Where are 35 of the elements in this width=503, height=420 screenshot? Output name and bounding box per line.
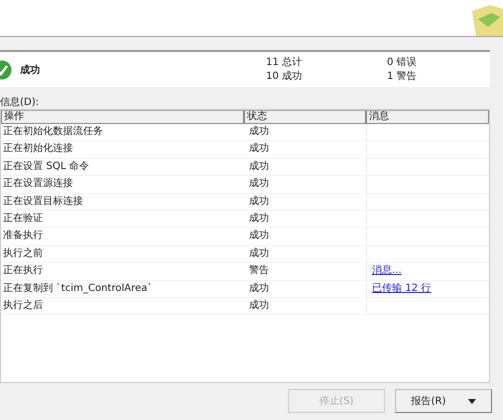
table-cell-text: 执行之前 bbox=[2, 246, 44, 261]
count-text: 1 警告 bbox=[387, 70, 417, 82]
table-cell-text: 正在验证 bbox=[2, 212, 44, 226]
table-cell-text: 成功 bbox=[248, 194, 270, 209]
caret-icon[interactable] bbox=[468, 398, 476, 404]
table-cell-text: 正在设置 SQL 命令 bbox=[2, 160, 90, 174]
table-cell-text: 正在初始化连接 bbox=[2, 142, 74, 156]
table-cell-text: 成功 bbox=[248, 282, 270, 296]
table-cell-text: 成功 bbox=[248, 212, 270, 226]
details-label: 信息(D): bbox=[0, 96, 40, 109]
table-cell-text: 成功 bbox=[248, 124, 270, 139]
column-header[interactable]: 状态 bbox=[244, 110, 366, 124]
table-cell-text: 警告 bbox=[248, 264, 270, 278]
table-cell-text: 执行之后 bbox=[2, 298, 44, 313]
count-text: 11 总计 bbox=[266, 56, 302, 68]
table-cell-text: 正在设置源连接 bbox=[2, 176, 74, 192]
table-cell-text: 成功 bbox=[248, 246, 270, 261]
table-cell-text: 正在设置目标连接 bbox=[2, 194, 84, 209]
table-cell-text: 成功 bbox=[248, 228, 270, 244]
table-cell-text: 成功 bbox=[248, 142, 270, 156]
button[interactable]: 报告(R) bbox=[395, 389, 492, 413]
table-cell-text: 准备执行 bbox=[2, 228, 44, 244]
table-cell-text: 正在初始化数据流任务 bbox=[2, 124, 104, 139]
table-cell-text: 成功 bbox=[248, 160, 270, 174]
count-text: 10 成功 bbox=[266, 70, 302, 82]
message-link[interactable]: 已传输 12 行 bbox=[372, 282, 432, 294]
table-cell-text: 成功 bbox=[248, 176, 270, 192]
status-text: 成功 bbox=[20, 64, 41, 76]
table-cell-text: 正在复制到 `tcim_ControlArea` bbox=[2, 282, 154, 296]
table-cell-text: 成功 bbox=[248, 298, 270, 313]
count-text: 0 错误 bbox=[387, 56, 417, 68]
table-cell-text: 正在执行 bbox=[2, 264, 44, 278]
message-link[interactable]: 消息... bbox=[372, 265, 402, 276]
column-header[interactable]: 消息 bbox=[366, 110, 489, 124]
column-header[interactable]: 操作 bbox=[1, 110, 244, 124]
